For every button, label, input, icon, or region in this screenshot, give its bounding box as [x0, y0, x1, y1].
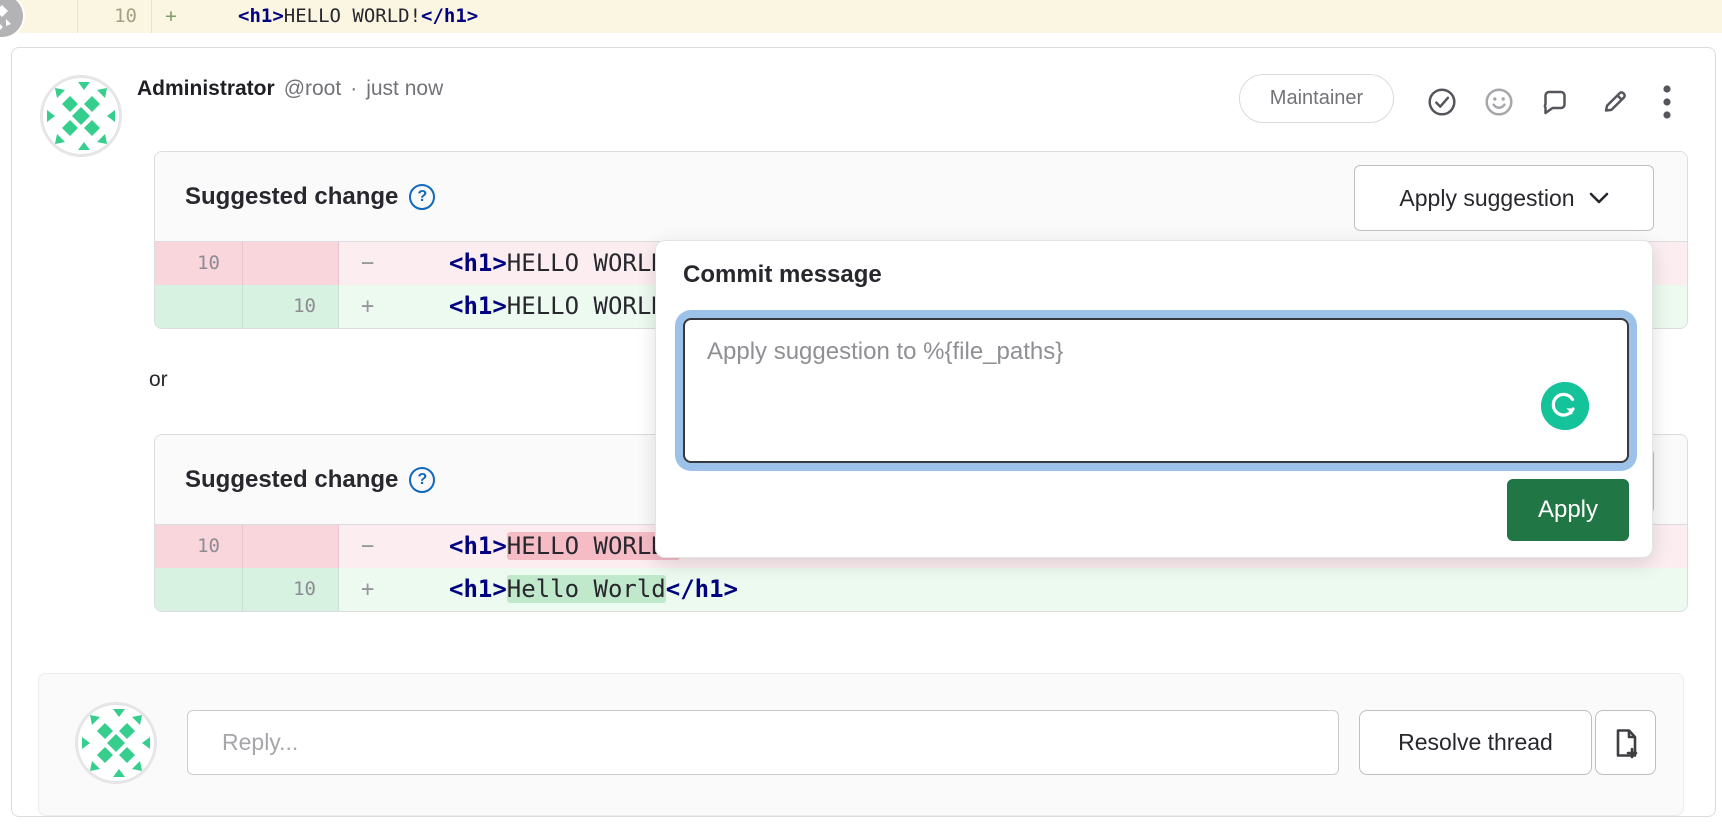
- suggestion-title-text: Suggested change: [185, 183, 398, 211]
- identicon-pattern: [41, 76, 121, 156]
- code-text: HELLO WORLD!: [284, 5, 421, 27]
- chevron-down-icon: [1589, 192, 1609, 205]
- new-line-number: 10: [243, 285, 339, 328]
- code-open-tag: <h1>: [449, 249, 507, 277]
- code-changed-text: Hello World: [507, 575, 666, 603]
- reply-input[interactable]: [187, 710, 1339, 775]
- code-open-tag: <h1>: [449, 292, 507, 320]
- resolve-thread-button[interactable]: Resolve thread: [1359, 710, 1592, 775]
- document-plus-icon: [1611, 727, 1641, 759]
- suggestion-title-text: Suggested change: [185, 466, 398, 494]
- reply-bar: Resolve thread: [38, 673, 1684, 816]
- apply-suggestion-button-1[interactable]: Apply suggestion: [1354, 165, 1654, 231]
- added-code: + <h1>Hello World</h1>: [339, 568, 1687, 611]
- more-actions-button[interactable]: [1656, 86, 1678, 118]
- suggestion-1-title: Suggested change ?: [185, 183, 435, 211]
- grammarly-button[interactable]: [1541, 382, 1589, 430]
- added-sign: +: [361, 568, 374, 611]
- added-sign: +: [361, 285, 374, 328]
- meta-separator: ·: [350, 77, 357, 101]
- suggestion-2-added-line: 10 + <h1>Hello World</h1>: [155, 568, 1687, 611]
- grammarly-icon: [1541, 382, 1589, 430]
- gutter-commenter-avatar: [0, 0, 23, 37]
- code-changed-text: HELLO WORLD: [507, 292, 666, 320]
- code-open-tag: <h1>: [238, 5, 284, 27]
- diff-added-sign: +: [158, 0, 184, 33]
- removed-sign: −: [361, 242, 374, 285]
- suggestion-1-header: Suggested change ? Apply suggestion: [155, 152, 1687, 242]
- author-name: Administrator: [137, 77, 275, 101]
- edit-comment-button[interactable]: [1598, 86, 1630, 118]
- old-line-number: [155, 568, 243, 611]
- pencil-icon: [1598, 86, 1630, 118]
- commit-message-field-wrap: [683, 318, 1629, 463]
- or-label: or: [149, 366, 168, 394]
- commit-message-popup: Commit message Apply: [655, 240, 1653, 558]
- diff-line-row[interactable]: 10 + <h1>HELLO WORLD!</h1>: [0, 0, 1722, 33]
- gutter-avatar-pattern: [0, 0, 23, 37]
- author-avatar: [40, 75, 122, 157]
- diff-gutter-divider: [151, 0, 152, 33]
- resolve-check-button[interactable]: [1426, 86, 1458, 118]
- merge-request-discussion: 10 + <h1>HELLO WORLD!</h1>: [0, 0, 1722, 834]
- commit-message-title: Commit message: [683, 261, 882, 289]
- smiley-icon: [1483, 86, 1515, 118]
- question-mark-circle-icon[interactable]: ?: [409, 467, 435, 493]
- code-close-tag: </h1>: [666, 575, 738, 603]
- note-header: Administrator @root · just now: [137, 77, 443, 101]
- diff-code-line: <h1>HELLO WORLD!</h1>: [238, 0, 478, 33]
- maintainer-badge: Maintainer: [1239, 74, 1394, 123]
- code-open-tag: <h1>: [449, 575, 507, 603]
- create-issue-button[interactable]: [1595, 710, 1656, 775]
- old-line-number: [155, 285, 243, 328]
- note-timestamp[interactable]: just now: [366, 77, 443, 101]
- check-circle-icon: [1426, 86, 1458, 118]
- add-reaction-button[interactable]: [1483, 86, 1515, 118]
- new-line-number: 10: [243, 568, 339, 611]
- new-line-number: [243, 525, 339, 568]
- apply-commit-button[interactable]: Apply: [1507, 479, 1629, 541]
- code-close-tag: </h1>: [421, 5, 478, 27]
- author-username[interactable]: @root: [284, 77, 342, 101]
- apply-suggestion-label: Apply suggestion: [1399, 185, 1574, 212]
- old-line-number: 10: [155, 525, 243, 568]
- identicon-pattern: [76, 703, 156, 783]
- code-open-tag: <h1>: [449, 532, 507, 560]
- removed-sign: −: [361, 525, 374, 568]
- commit-message-textarea[interactable]: [683, 318, 1629, 463]
- new-line-number: [243, 242, 339, 285]
- current-user-avatar: [75, 702, 157, 784]
- start-thread-button[interactable]: [1539, 86, 1571, 118]
- diff-new-line-number: 10: [77, 0, 137, 33]
- ellipsis-icon: [1662, 85, 1672, 119]
- old-line-number: 10: [155, 242, 243, 285]
- question-mark-circle-icon[interactable]: ?: [409, 184, 435, 210]
- comment-icon: [1539, 86, 1571, 118]
- suggestion-2-title: Suggested change ?: [185, 466, 435, 494]
